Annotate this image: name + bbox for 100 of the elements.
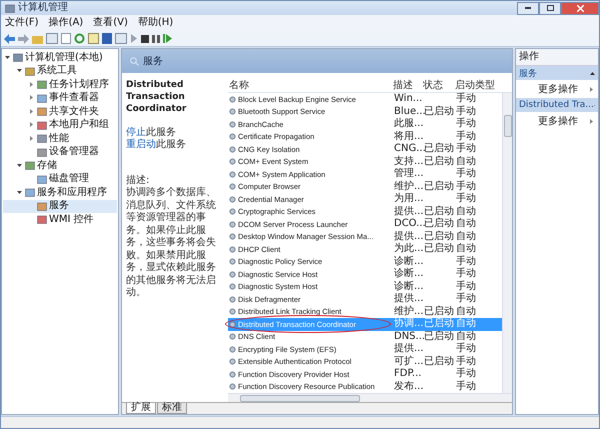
table-cell-text: 自动 (455, 306, 477, 318)
expand-arrow-icon (29, 95, 34, 100)
scrollbar-thumb[interactable] (240, 394, 360, 402)
collapse-arrow-icon (17, 68, 22, 74)
table-cell-text: 已启动 (423, 156, 454, 168)
refresh-icon[interactable] (74, 33, 85, 44)
tree-item[interactable]: WMI 控件 (3, 213, 117, 226)
tree-item[interactable]: 共享文件夹 (3, 105, 117, 118)
tab[interactable]: 扩展 (126, 403, 156, 414)
search-icon (130, 56, 139, 66)
table-cell-text: 手动 (455, 168, 477, 180)
expand-arrow-icon (29, 136, 34, 141)
tree-item[interactable]: 任务计划程序 (3, 78, 117, 92)
forward-arrow-icon[interactable] (18, 34, 29, 44)
expand-arrow-icon (29, 122, 34, 128)
table-cell-text: 已启动 (423, 318, 454, 330)
expand-arrow-icon (29, 108, 34, 114)
table-cell-text: 自动 (455, 206, 477, 218)
column-header[interactable]: 名称 (228, 79, 392, 92)
maximize-icon (546, 5, 554, 11)
table-cell-text: 可扩... (393, 356, 422, 368)
horizontal-scrollbar[interactable] (228, 393, 512, 402)
column-header[interactable]: 描述 (392, 79, 422, 92)
table-cell-text: 手动 (455, 268, 477, 280)
table-cell-text: 手动 (455, 256, 477, 268)
submenu-arrow-icon (589, 86, 594, 92)
actions-section-header[interactable]: 服务 (516, 66, 598, 80)
tree-item[interactable]: 计算机管理(本地) (3, 51, 117, 64)
table-cell-text: 诊断... (393, 280, 422, 293)
tree-item[interactable]: 性能 (3, 132, 117, 146)
tree-item[interactable]: 服务和应用程序 (3, 186, 117, 200)
table-cell-text: 已启动 (423, 180, 454, 193)
table-cell-text: 手动 (455, 93, 477, 106)
table-cell-text: 为此... (393, 243, 422, 256)
stop-icon[interactable] (141, 34, 149, 42)
table-cell-text: 手动 (455, 106, 477, 118)
restart-icon[interactable] (163, 34, 172, 43)
table-cell-text: 管理... (393, 168, 422, 180)
tree-item[interactable]: 系统工具 (3, 64, 117, 78)
collapse-arrow-icon (17, 162, 22, 168)
table-cell-text: 已启动 (423, 230, 454, 242)
menu-item[interactable]: 操作(A) (48, 17, 84, 29)
table-cell-text: 维护... (393, 306, 422, 318)
more-actions-item[interactable]: 更多操作 (516, 80, 598, 98)
table-cell-text: 支持... (393, 156, 422, 168)
menu-item[interactable]: 查看(V) (93, 17, 128, 29)
scrollbar-thumb[interactable] (504, 115, 512, 137)
table-cell-text: 提供... (393, 230, 422, 242)
table-cell-text: 为用... (393, 193, 422, 206)
table-cell-text: 手动 (455, 293, 477, 306)
back-arrow-icon[interactable] (4, 34, 15, 44)
tree-item[interactable]: 服务 (3, 200, 117, 213)
actions-section-header[interactable]: Distributed Tra... (516, 98, 598, 112)
close-button[interactable] (561, 2, 599, 14)
vertical-scrollbar[interactable] (502, 93, 512, 393)
service-action-text: 停止此服务 (126, 127, 177, 138)
description-text: 协调跨多个数据库、消息队列、文件系统等资源管理器的事务。如果停止此服务，这些事务将会失败。如果禁用此服务，显式依赖此服务的其他服务将无法启动。 (126, 187, 217, 300)
description-label: 描述: (126, 175, 150, 186)
minimize-button[interactable] (517, 2, 539, 14)
service-action-link[interactable]: 重启动 (126, 139, 156, 150)
table-cell-text: 手动 (455, 343, 477, 356)
maximize-button[interactable] (539, 2, 561, 14)
table-cell-text: 协调... (393, 318, 422, 330)
window-title: 计算机管理 (18, 2, 68, 14)
tab[interactable]: 标准 (157, 403, 187, 414)
table-cell-text: 此服... (393, 118, 422, 130)
collapse-arrow-icon (590, 70, 595, 76)
tree-item[interactable]: 磁盘管理 (3, 172, 117, 186)
table-cell-text: 发布... (393, 380, 422, 393)
menu-item[interactable]: 帮助(H) (138, 17, 174, 29)
collapse-arrow-icon (17, 190, 22, 195)
pause-icon[interactable] (152, 34, 160, 42)
table-cell-text: 已启动 (424, 330, 454, 343)
menu-item[interactable]: 文件(F) (5, 17, 39, 29)
column-header[interactable]: 启动类型 (454, 79, 496, 92)
actions-title: 操作 (516, 49, 598, 66)
tree-item[interactable]: 存储 (3, 159, 117, 172)
expand-arrow-icon (29, 82, 34, 87)
tree-item[interactable]: 本地用户和组 (3, 118, 117, 132)
column-header[interactable]: 状态 (422, 79, 454, 92)
table-cell-text: 将用... (393, 130, 422, 143)
table-cell-text: 手动 (455, 118, 477, 130)
table-cell-text: 自动 (455, 243, 477, 256)
table-cell-text: 自动 (455, 230, 477, 243)
table-cell-text: FDP... (393, 368, 422, 380)
table-cell-text: 自动 (455, 156, 477, 168)
tree-item[interactable]: 设备管理器 (3, 146, 117, 159)
table-cell-text: 自动 (455, 218, 477, 230)
table-cell-text: 手动 (455, 368, 477, 380)
table-cell-text: 手动 (455, 130, 477, 142)
service-action-link[interactable]: 停止 (126, 127, 146, 138)
service-name: Distributed Transaction Coordinator (126, 79, 188, 115)
table-cell-text: 自动 (455, 318, 477, 330)
table-cell-text: 手动 (455, 380, 477, 393)
tree-item[interactable]: 事件查看器 (3, 92, 117, 105)
table-cell-text: 已启动 (423, 306, 454, 318)
table-cell-text: 已启动 (423, 206, 454, 218)
table-cell-text: 自动 (455, 330, 477, 342)
table-cell-text: 已启动 (423, 356, 454, 368)
more-actions-item[interactable]: 更多操作 (516, 112, 598, 130)
